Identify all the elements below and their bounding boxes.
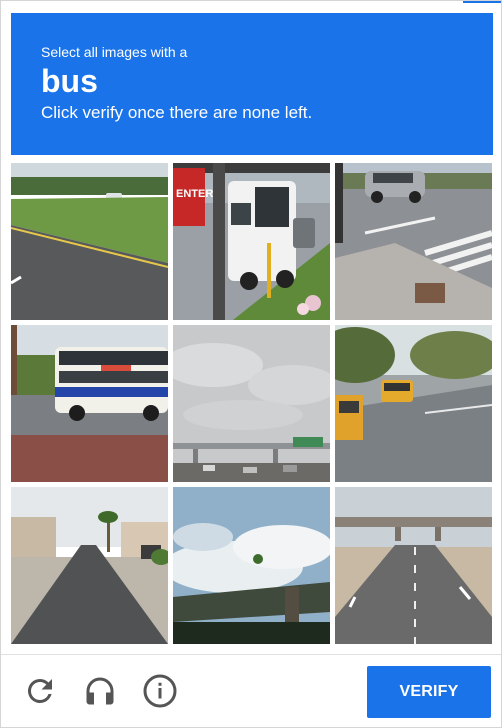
highway-overpass-image [335, 487, 492, 644]
image-tile-6[interactable] [335, 325, 492, 482]
headphones-icon[interactable] [82, 673, 118, 709]
double-decker-bus-image [11, 325, 168, 482]
instruction-text: Select all images with a [41, 44, 188, 60]
image-grid: ENTER [11, 163, 493, 645]
overpass-sky-image [173, 325, 330, 482]
highway-grass-image [11, 163, 168, 320]
info-icon[interactable] [142, 673, 178, 709]
crosswalk-image [335, 163, 492, 320]
image-tile-3[interactable] [335, 163, 492, 320]
image-tile-1[interactable] [11, 163, 168, 320]
image-tile-4[interactable] [11, 325, 168, 482]
image-tile-9[interactable] [335, 487, 492, 644]
enter-sign-text: ENTER [176, 188, 213, 200]
sky-bridge-image [173, 487, 330, 644]
target-object-text: bus [41, 63, 98, 99]
reload-icon[interactable] [22, 673, 58, 709]
school-buses-image [335, 325, 492, 482]
image-tile-7[interactable] [11, 487, 168, 644]
image-tile-2[interactable]: ENTER [173, 163, 330, 320]
image-tile-8[interactable] [173, 487, 330, 644]
residential-road-image [11, 487, 168, 644]
footer-divider [1, 654, 501, 655]
shuttle-bus-image: ENTER [173, 163, 330, 320]
instruction-subtext: Click verify once there are none left. [41, 103, 313, 122]
top-accent-bar [463, 1, 501, 3]
verify-button[interactable]: VERIFY [367, 666, 491, 718]
image-tile-5[interactable] [173, 325, 330, 482]
challenge-header: Select all images with a bus Click verif… [11, 13, 493, 155]
captcha-widget: Select all images with a bus Click verif… [0, 0, 502, 728]
